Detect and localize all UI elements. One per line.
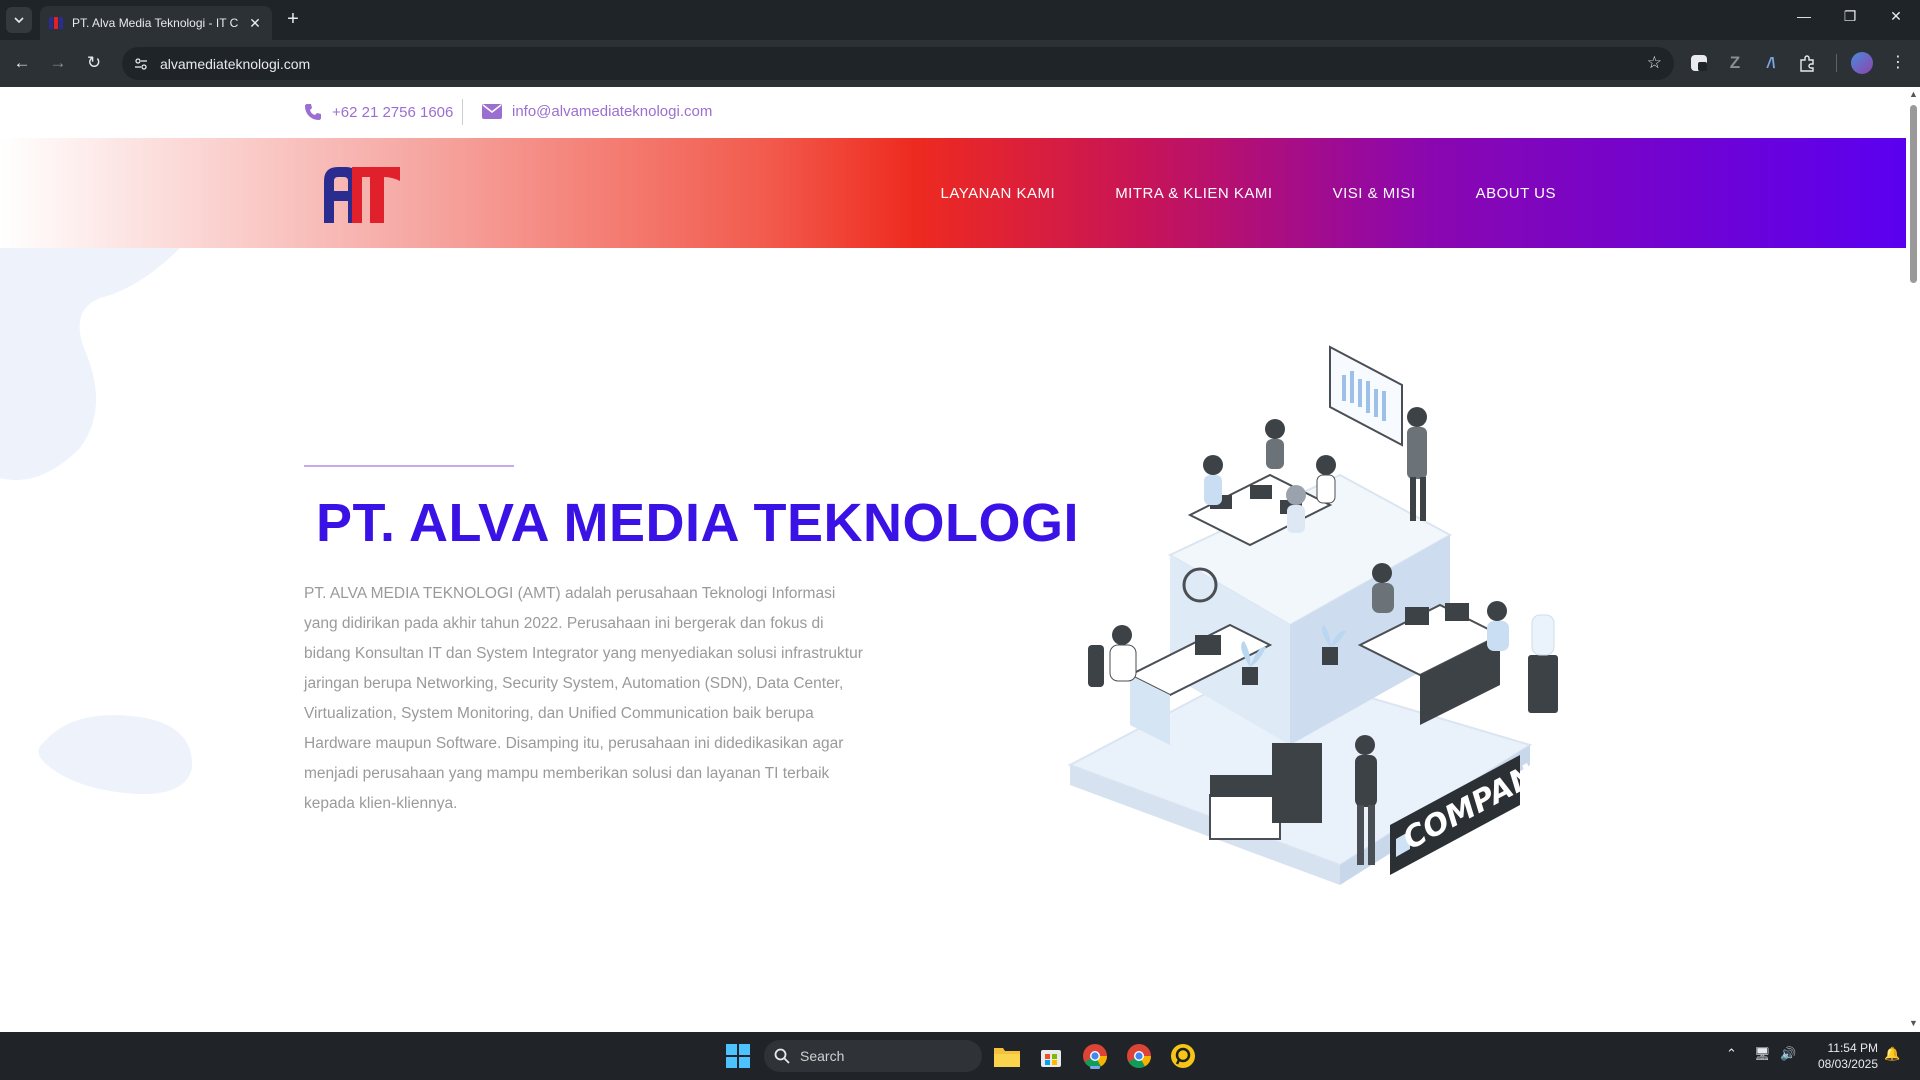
phone-number: +62 21 2756 1606 (332, 103, 454, 121)
extension-icon-3[interactable]: /\ (1760, 52, 1782, 74)
microsoft-store-icon[interactable] (1036, 1041, 1066, 1071)
tab-close-icon[interactable]: ✕ (246, 15, 264, 32)
hero-accent-line (304, 465, 514, 467)
hero-title: PT. ALVA MEDIA TEKNOLOGI (316, 493, 1079, 553)
extension-icon-1[interactable] (1688, 52, 1710, 74)
reload-button[interactable]: ↻ (83, 52, 105, 74)
nav-mitra-klien-kami[interactable]: MITRA & KLIEN KAMI (1115, 185, 1272, 202)
page-scrollbar[interactable]: ▲ ▼ (1906, 87, 1920, 1032)
email-address: info@alvamediateknologi.com (512, 103, 713, 120)
office-illustration: COMPANY (1067, 345, 1564, 885)
clock-date: 08/03/2025 (1817, 1057, 1878, 1071)
main-navigation: LAYANAN KAMI MITRA & KLIEN KAMI VISI & M… (941, 138, 1556, 248)
search-icon (774, 1048, 790, 1064)
chevron-down-icon (14, 17, 24, 24)
hero-description: PT. ALVA MEDIA TEKNOLOGI (AMT) adalah pe… (304, 585, 863, 812)
minimize-icon[interactable]: — (1792, 8, 1816, 24)
browser-tab-active[interactable]: PT. Alva Media Teknologi - IT C ✕ (40, 6, 272, 40)
tab-search-button[interactable] (6, 7, 32, 33)
notification-bell-icon[interactable]: 🔔 (1884, 1046, 1900, 1062)
url-text: alvamediateknologi.com (160, 55, 311, 72)
network-icon[interactable]: 🖥 (1754, 1046, 1771, 1062)
file-explorer-icon[interactable] (992, 1041, 1022, 1071)
active-app-indicator (1090, 1066, 1100, 1069)
clock-time: 11:54 PM (1827, 1041, 1878, 1055)
browser-menu-icon[interactable]: ⋮ (1890, 52, 1906, 72)
decorative-blob-bottom (38, 715, 193, 795)
scroll-down-arrow-icon[interactable]: ▼ (1909, 1018, 1918, 1028)
web-page: +62 21 2756 1606 info@alvamediateknologi… (0, 87, 1906, 1032)
chrome-icon-active[interactable] (1080, 1041, 1110, 1071)
restore-icon[interactable]: ❐ (1838, 8, 1862, 25)
extensions-puzzle-icon[interactable] (1796, 52, 1818, 74)
amt-logo[interactable] (322, 163, 402, 225)
close-window-icon[interactable]: ✕ (1884, 8, 1908, 25)
chrome-icon-second[interactable] (1124, 1041, 1154, 1071)
nav-about-us[interactable]: ABOUT US (1476, 185, 1556, 202)
forward-button[interactable]: → (47, 52, 69, 74)
nav-layanan-kami[interactable]: LAYANAN KAMI (941, 185, 1056, 202)
yellow-app-icon[interactable] (1168, 1041, 1198, 1071)
scrollbar-thumb[interactable] (1910, 105, 1917, 283)
back-button[interactable]: ← (11, 52, 33, 74)
site-info-icon[interactable] (132, 55, 150, 73)
scroll-up-arrow-icon[interactable]: ▲ (1909, 89, 1918, 99)
address-bar[interactable]: alvamediateknologi.com ☆ (122, 47, 1674, 80)
taskbar-search-box[interactable]: Search (764, 1040, 982, 1072)
toolbar-divider (1836, 54, 1837, 72)
tray-chevron-up-icon[interactable]: ⌃ (1726, 1046, 1737, 1062)
volume-icon[interactable]: 🔊 (1780, 1046, 1796, 1062)
envelope-icon (482, 104, 502, 119)
phone-icon (305, 104, 321, 120)
extension-icon-2[interactable]: Z (1724, 52, 1746, 74)
contact-topbar: +62 21 2756 1606 info@alvamediateknologi… (0, 87, 1906, 138)
site-favicon-icon (49, 17, 63, 29)
search-label: Search (800, 1048, 845, 1064)
browser-tab-bar: PT. Alva Media Teknologi - IT C ✕ + — ❐ … (0, 0, 1920, 40)
browser-toolbar: ← → ↻ alvamediateknologi.com ☆ Z /\ ⋮ (0, 40, 1920, 87)
email-contact[interactable]: info@alvamediateknologi.com (482, 103, 712, 120)
bookmark-star-icon[interactable]: ☆ (1647, 53, 1662, 73)
new-tab-button[interactable]: + (282, 9, 304, 31)
phone-contact[interactable]: +62 21 2756 1606 (304, 103, 453, 121)
tab-title: PT. Alva Media Teknologi - IT C (72, 16, 239, 30)
decorative-blob-top (0, 248, 180, 480)
windows-start-icon[interactable] (723, 1041, 753, 1071)
system-clock[interactable]: 11:54 PM 08/03/2025 (1806, 1040, 1878, 1072)
site-header: LAYANAN KAMI MITRA & KLIEN KAMI VISI & M… (0, 138, 1906, 248)
topbar-divider (462, 99, 463, 125)
windows-taskbar: Search ⌃ 🖥 🔊 11:54 PM 08/03/2025 🔔 (0, 1032, 1920, 1080)
profile-avatar[interactable] (1851, 52, 1873, 74)
nav-visi-misi[interactable]: VISI & MISI (1333, 185, 1416, 202)
